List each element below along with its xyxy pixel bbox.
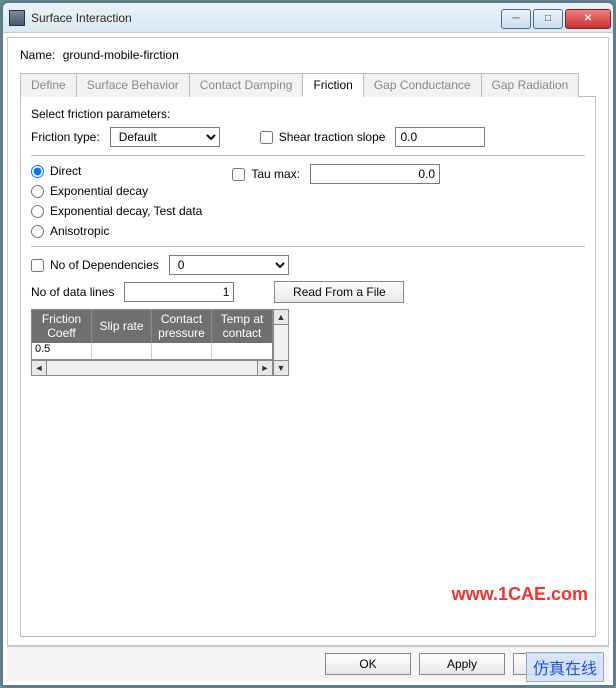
data-grid-wrap: Friction Coeff Slip rate Contact pressur… bbox=[31, 309, 585, 376]
tau-max-value[interactable] bbox=[310, 164, 440, 184]
cell-slip-rate[interactable] bbox=[92, 343, 152, 359]
col-temp-at-contact: Temp at contact bbox=[212, 310, 272, 343]
window-buttons: ─ □ ✕ bbox=[501, 7, 613, 29]
col-friction-coeff: Friction Coeff bbox=[32, 310, 92, 343]
tau-max-checkbox[interactable]: Tau max: bbox=[232, 167, 300, 181]
deps-select[interactable]: 0 bbox=[169, 255, 289, 275]
method-radios: Direct Exponential decay Exponential dec… bbox=[31, 164, 202, 238]
client-area: Name: ground-mobile-firction Define Surf… bbox=[3, 33, 613, 685]
scroll-down-icon[interactable]: ▼ bbox=[273, 360, 289, 376]
separator-1 bbox=[31, 155, 585, 156]
radio-exponential-decay[interactable]: Exponential decay bbox=[31, 184, 202, 198]
name-label: Name: bbox=[20, 48, 55, 62]
scroll-right-icon[interactable]: ► bbox=[257, 360, 273, 376]
shear-traction-check-input[interactable] bbox=[260, 131, 273, 144]
tau-max-label: Tau max: bbox=[251, 167, 300, 181]
dependencies-row: No of Dependencies 0 bbox=[31, 255, 585, 275]
close-button[interactable]: ✕ bbox=[565, 9, 611, 29]
col-contact-pressure: Contact pressure bbox=[152, 310, 212, 343]
col-slip-rate: Slip rate bbox=[92, 310, 152, 343]
radio-exponential-decay-test-data[interactable]: Exponential decay, Test data bbox=[31, 204, 202, 218]
cell-temp-at-contact[interactable] bbox=[212, 343, 272, 359]
shear-traction-checkbox[interactable]: Shear traction slope bbox=[260, 130, 386, 144]
radio-direct[interactable]: Direct bbox=[31, 164, 202, 178]
maximize-button[interactable]: □ bbox=[533, 9, 563, 29]
data-lines-row: No of data lines Read From a File bbox=[31, 281, 585, 303]
deps-check-input[interactable] bbox=[31, 259, 44, 272]
tab-define[interactable]: Define bbox=[20, 73, 76, 97]
tab-body: Select friction parameters: Friction typ… bbox=[20, 97, 596, 637]
hscrollbar[interactable] bbox=[47, 360, 257, 376]
minimize-button[interactable]: ─ bbox=[501, 9, 531, 29]
dialog-footer: OK Apply Cancel bbox=[7, 646, 609, 681]
cell-friction-coeff[interactable]: 0.5 bbox=[32, 343, 92, 359]
shear-traction-label: Shear traction slope bbox=[279, 130, 386, 144]
scroll-up-icon[interactable]: ▲ bbox=[273, 309, 289, 325]
select-friction-params-label: Select friction parameters: bbox=[31, 107, 585, 121]
radio-anisotropic[interactable]: Anisotropic bbox=[31, 224, 202, 238]
tau-max-check-input[interactable] bbox=[232, 168, 245, 181]
friction-type-row: Friction type: Default Shear traction sl… bbox=[31, 127, 585, 147]
cancel-button[interactable]: Cancel bbox=[513, 653, 599, 675]
window: Surface Interaction ─ □ ✕ Name: ground-m… bbox=[2, 2, 614, 686]
app-icon bbox=[9, 10, 25, 26]
name-value: ground-mobile-firction bbox=[63, 48, 179, 62]
tab-gap-radiation[interactable]: Gap Radiation bbox=[481, 73, 580, 97]
tab-surface-behavior[interactable]: Surface Behavior bbox=[76, 73, 189, 97]
name-row: Name: ground-mobile-firction bbox=[20, 48, 596, 62]
ok-button[interactable]: OK bbox=[325, 653, 411, 675]
shear-traction-value[interactable] bbox=[395, 127, 485, 147]
cell-contact-pressure[interactable] bbox=[152, 343, 212, 359]
data-lines-input[interactable] bbox=[124, 282, 234, 302]
deps-label: No of Dependencies bbox=[50, 258, 159, 272]
scroll-left-icon[interactable]: ◄ bbox=[31, 360, 47, 376]
data-lines-label: No of data lines bbox=[31, 285, 114, 299]
separator-2 bbox=[31, 246, 585, 247]
tab-gap-conductance[interactable]: Gap Conductance bbox=[363, 73, 481, 97]
vscrollbar[interactable] bbox=[273, 325, 289, 360]
data-grid[interactable]: Friction Coeff Slip rate Contact pressur… bbox=[31, 309, 273, 360]
apply-button[interactable]: Apply bbox=[419, 653, 505, 675]
tabs: Define Surface Behavior Contact Damping … bbox=[20, 72, 596, 97]
window-title: Surface Interaction bbox=[31, 11, 501, 25]
friction-type-select[interactable]: Default bbox=[110, 127, 220, 147]
titlebar[interactable]: Surface Interaction ─ □ ✕ bbox=[3, 3, 613, 33]
dialog-panel: Name: ground-mobile-firction Define Surf… bbox=[7, 37, 609, 646]
tab-contact-damping[interactable]: Contact Damping bbox=[189, 73, 303, 97]
tab-friction[interactable]: Friction bbox=[302, 73, 362, 97]
read-from-file-button[interactable]: Read From a File bbox=[274, 281, 404, 303]
grid-header: Friction Coeff Slip rate Contact pressur… bbox=[32, 310, 272, 343]
friction-type-label: Friction type: bbox=[31, 130, 100, 144]
table-row[interactable]: 0.5 bbox=[32, 343, 272, 359]
no-of-dependencies-checkbox[interactable]: No of Dependencies bbox=[31, 258, 159, 272]
